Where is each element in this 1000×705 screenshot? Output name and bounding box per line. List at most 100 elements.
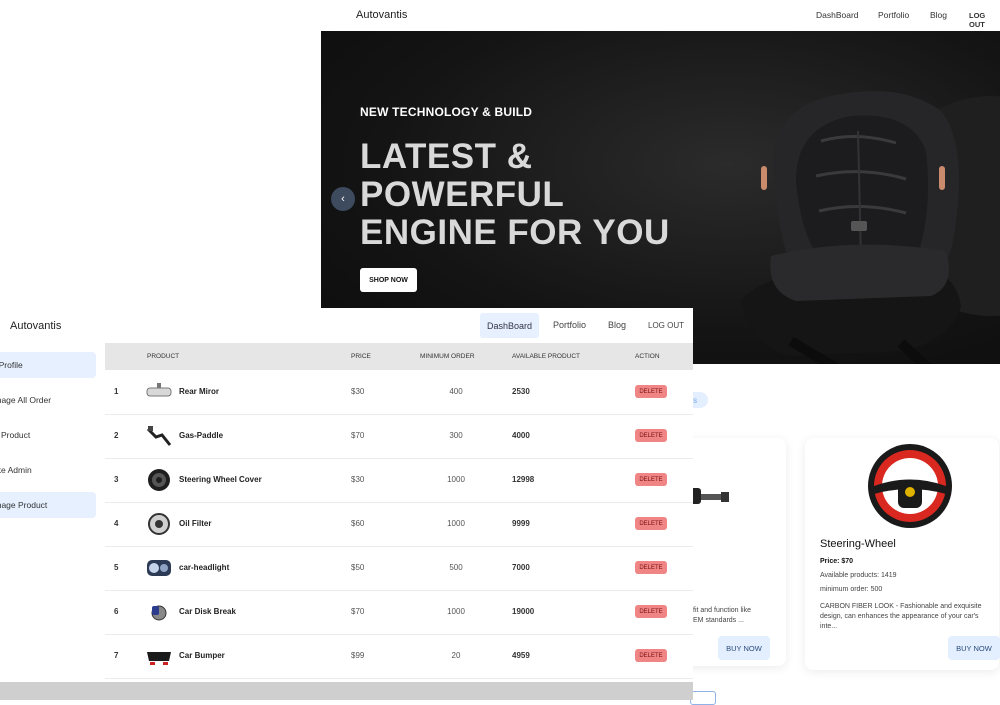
header-minimum-order: MINIMUM ORDER (420, 353, 475, 360)
nav-logout-link[interactable]: LOG OUT (648, 321, 684, 330)
row-number: 5 (114, 563, 119, 572)
sidebar-item-add-product[interactable]: ld Product (0, 422, 96, 448)
product-price: $30 (351, 387, 365, 396)
product-price: $70 (351, 607, 365, 616)
buy-now-button[interactable]: BUY NOW (718, 636, 770, 660)
horizontal-scrollbar[interactable] (0, 682, 693, 700)
car-bumper-thumbnail (147, 652, 171, 665)
product-min-order: 20 (451, 651, 461, 660)
nav-dashboard-link[interactable]: DashBoard (816, 10, 859, 20)
product-min-order: 300 (449, 431, 463, 440)
nav-blog-link[interactable]: Blog (930, 10, 947, 20)
admin-window: Autovantis DashBoard Portfolio Blog LOG … (0, 308, 693, 700)
hero-headline-line-3: ENGINE FOR YOU (360, 213, 670, 252)
shop-now-button[interactable]: SHOP NOW (360, 268, 417, 292)
product-name: Gas-Paddle (179, 431, 224, 440)
sidebar-item-manage-all-order[interactable]: anage All Order (0, 387, 96, 413)
sidebar-item-label: y Profile (0, 360, 23, 370)
buy-now-button[interactable]: BUY NOW (948, 636, 1000, 660)
sidebar-item-label: anage All Order (0, 395, 52, 405)
steering-wheel-image (868, 444, 952, 528)
delete-button[interactable]: DELETE (635, 385, 667, 398)
table-row: 3 Steering Wheel Cover $30 1000 12998 DE… (105, 458, 693, 503)
sidebar-item-label: anage Product (0, 500, 48, 510)
product-available: 9999 (512, 519, 530, 528)
storefront-navbar: Autovantis DashBoard Portfolio Blog LOG … (321, 0, 1000, 30)
product-card-title: Steering-Wheel (820, 538, 896, 550)
table-row: 5 car-headlight $50 500 7000 DELETE (105, 546, 693, 591)
car-seat-image (741, 91, 961, 364)
delete-button[interactable]: DELETE (635, 605, 667, 618)
nav-portfolio-link[interactable]: Portfolio (878, 10, 909, 20)
sidebar-item-label: ld Product (0, 430, 31, 440)
hero-headline-line-2: POWERFUL (360, 175, 565, 214)
product-min-order: 1000 (447, 607, 465, 616)
car-headlight-thumbnail (147, 560, 171, 576)
gas-paddle-thumbnail (146, 426, 172, 446)
delete-button[interactable]: DELETE (635, 517, 667, 530)
delete-button[interactable]: DELETE (635, 649, 667, 662)
table-row: 1 Rear Miror $30 400 2530 DELETE (105, 370, 693, 415)
product-card-price: Price: $70 (820, 558, 854, 565)
hero-headline-line-1: LATEST & (360, 137, 533, 176)
product-name: Oil Filter (179, 519, 212, 528)
header-price: PRICE (351, 353, 371, 360)
oil-filter-thumbnail (148, 513, 170, 535)
table-row: 2 Gas-Paddle $70 300 4000 DELETE (105, 414, 693, 459)
product-name: Steering Wheel Cover (179, 475, 262, 484)
row-number: 6 (114, 607, 119, 616)
delete-button[interactable]: DELETE (635, 429, 667, 442)
row-number: 2 (114, 431, 119, 440)
sidebar-item-label: ake Admin (0, 465, 32, 475)
product-available: 4959 (512, 651, 530, 660)
header-product: PRODUCT (147, 353, 180, 360)
product-card-description: fit and function like EM standards ... (693, 607, 751, 624)
storefront-brand[interactable]: Autovantis (356, 9, 407, 21)
product-card-min-order: minimum order: 500 (820, 586, 883, 593)
header-action: ACTION (635, 353, 660, 360)
product-name: Car Bumper (179, 651, 225, 660)
carousel-prev-button[interactable]: ‹ (331, 187, 355, 211)
table-row: 6 Car Disk Break $70 1000 19000 DELETE (105, 590, 693, 635)
product-available: 4000 (512, 431, 530, 440)
nav-logout-link[interactable]: LOG OUT (969, 11, 1000, 29)
table-row: 4 Oil Filter $60 1000 9999 DELETE (105, 502, 693, 547)
nav-dashboard-button[interactable]: DashBoard (480, 313, 539, 338)
product-price: $30 (351, 475, 365, 484)
hero-headline: LATEST & POWERFUL ENGINE FOR YOU (360, 138, 670, 252)
nav-blog-link[interactable]: Blog (608, 320, 626, 330)
product-available: 2530 (512, 387, 530, 396)
product-card-description: CARBON FIBER LOOK - Fashionable and exqu… (820, 603, 982, 630)
product-min-order: 1000 (447, 519, 465, 528)
sidebar-item-manage-product[interactable]: anage Product (0, 492, 96, 518)
delete-button[interactable]: DELETE (635, 473, 667, 486)
product-price: $60 (351, 519, 365, 528)
sidebar-item-my-profile[interactable]: y Profile (0, 352, 96, 378)
product-min-order: 500 (449, 563, 463, 572)
row-number: 7 (114, 651, 119, 660)
partial-button[interactable] (690, 691, 716, 705)
product-available: 7000 (512, 563, 530, 572)
product-card-steering-wheel: Steering-Wheel Price: $70 Available prod… (805, 438, 1000, 670)
product-price: $50 (351, 563, 365, 572)
delete-button[interactable]: DELETE (635, 561, 667, 574)
product-min-order: 1000 (447, 475, 465, 484)
product-min-order: 400 (449, 387, 463, 396)
sidebar-item-make-admin[interactable]: ake Admin (0, 457, 96, 483)
header-available-product: AVAILABLE PRODUCT (512, 353, 581, 360)
product-name: car-headlight (179, 563, 230, 572)
product-price: $70 (351, 431, 365, 440)
admin-brand[interactable]: Autovantis (10, 320, 61, 332)
car-disk-break-thumbnail (151, 605, 167, 621)
row-number: 4 (114, 519, 119, 528)
nav-portfolio-link[interactable]: Portfolio (553, 320, 586, 330)
steering-wheel-cover-thumbnail (148, 469, 170, 491)
hero-kicker: NEW TECHNOLOGY & BUILD (360, 105, 533, 119)
product-name: Rear Miror (179, 387, 220, 396)
product-price: $99 (351, 651, 365, 660)
product-card-available: Available products: 1419 (820, 572, 897, 579)
product-available: 19000 (512, 607, 535, 616)
product-available: 12998 (512, 475, 535, 484)
row-number: 1 (114, 387, 119, 396)
product-name: Car Disk Break (179, 607, 236, 616)
